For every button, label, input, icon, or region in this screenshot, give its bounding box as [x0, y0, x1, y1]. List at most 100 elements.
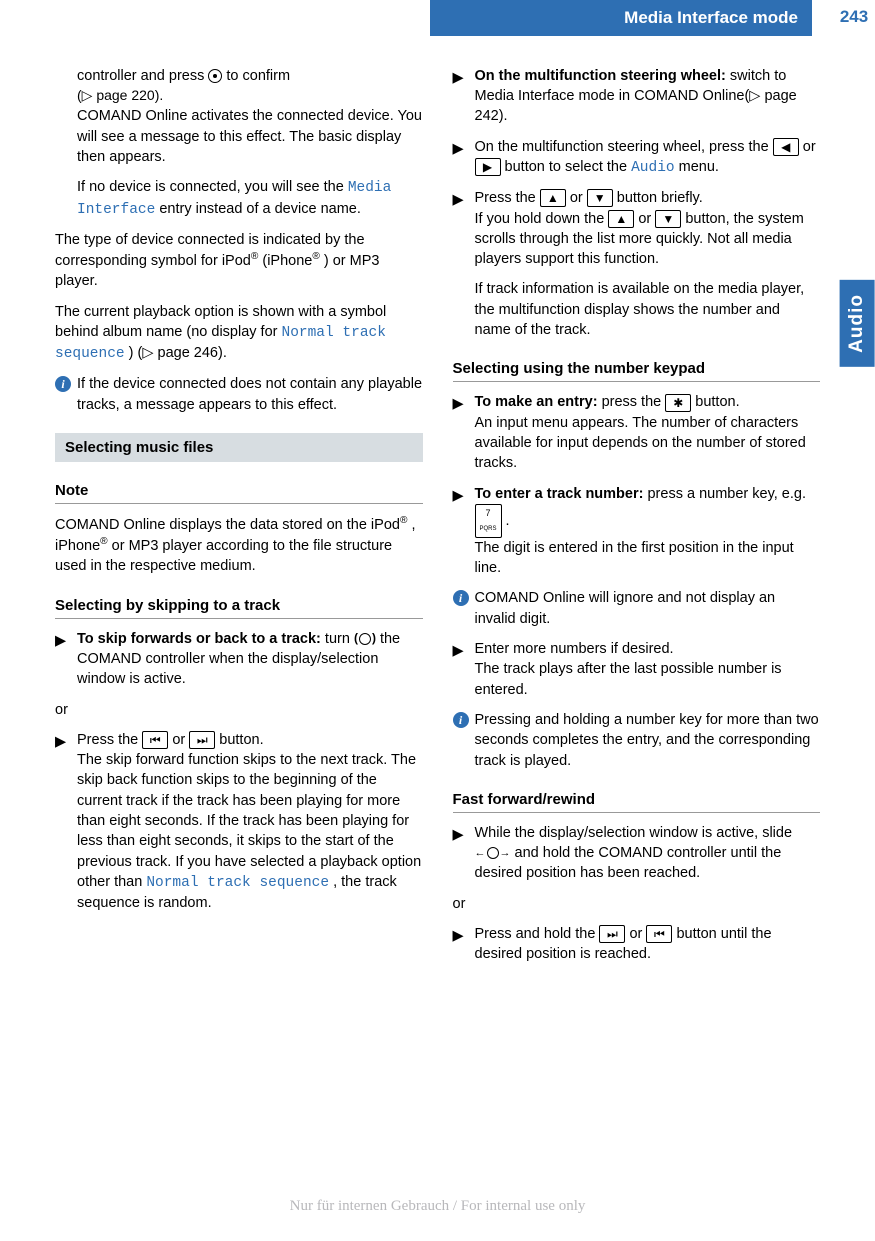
text: If track information is available on the…: [475, 279, 821, 340]
text: An input menu appears. The number of cha…: [475, 415, 806, 472]
text: ) (▷ page 246).: [129, 345, 227, 361]
subhead-number-keypad: Selecting using the number keypad: [453, 358, 821, 382]
next-track-button-icon: ⏭: [189, 731, 215, 749]
step-select-audio-menu: ▶ On the multifunction steering wheel, p…: [453, 137, 821, 179]
text: controller and press: [77, 68, 208, 84]
bold-label: To enter a track number:: [475, 486, 644, 502]
seven-key-button-icon: 7 PQRS: [475, 504, 502, 538]
text: If no device is connected, you will see …: [77, 179, 348, 195]
text: Press and hold the: [475, 926, 600, 942]
prev-track-button-icon: ⏮: [646, 925, 672, 943]
text: If you hold down the: [475, 211, 609, 227]
text: press a number key, e.g.: [647, 486, 806, 502]
bullet-icon: ▶: [55, 732, 66, 752]
text: button.: [219, 732, 263, 748]
bold-label: To make an entry:: [475, 394, 598, 410]
side-tab-audio: Audio: [840, 280, 875, 367]
step-make-entry: ▶ To make an entry: press the ✱ button. …: [453, 392, 821, 473]
text: The digit is entered in the first positi…: [475, 540, 794, 576]
text: Press the: [77, 732, 142, 748]
bullet-icon: ▶: [453, 139, 464, 159]
text: COMAND Online displays the data stored o…: [55, 517, 400, 533]
text: button briefly.: [617, 190, 703, 206]
right-column: ▶ On the multifunction steering wheel: s…: [453, 66, 821, 975]
step-slide-controller: ▶ While the display/selection window is …: [453, 823, 821, 884]
info-icon: i: [55, 376, 71, 392]
star-button-icon: ✱: [665, 394, 691, 412]
page-number: 243: [833, 5, 875, 29]
device-type-paragraph: The type of device connected is indicate…: [55, 230, 423, 292]
text: or: [570, 190, 587, 206]
text: and hold the COMAND controller until the…: [475, 845, 782, 881]
text: button.: [695, 394, 739, 410]
text: The skip forward function skips to the n…: [77, 752, 421, 890]
text: or: [803, 139, 816, 155]
text: Pressing and holding a number key for mo…: [475, 710, 821, 771]
step-multifunction-wheel: ▶ On the multifunction steering wheel: s…: [453, 66, 821, 127]
up-arrow-button-icon: ▲: [540, 189, 566, 207]
text: While the display/selection window is ac…: [475, 825, 793, 841]
rotate-controller-icon: (): [354, 630, 376, 647]
step-skip-track: ▶ To skip forwards or back to a track: t…: [55, 629, 423, 690]
text: entry instead of a device name.: [159, 201, 361, 217]
info-icon: i: [453, 590, 469, 606]
step-press-up-down: ▶ Press the ▲ or ▼ button briefly. If yo…: [453, 188, 821, 340]
bullet-icon: ▶: [453, 825, 464, 845]
bullet-icon: ▶: [453, 486, 464, 506]
info-note-1: i If the device connected does not conta…: [55, 374, 423, 415]
step-enter-more: ▶ Enter more numbers if desired. The tra…: [453, 639, 821, 700]
step-press-skip: ▶ Press the ⏮ or ⏭ button. The skip forw…: [55, 730, 423, 914]
text: turn: [325, 631, 354, 647]
left-arrow-button-icon: ◀: [773, 138, 799, 156]
code-audio: Audio: [631, 160, 675, 176]
footer-watermark: Nur für internen Gebrauch / For internal…: [0, 1196, 875, 1217]
text: or: [638, 211, 655, 227]
page-ref: (▷ page 220).: [77, 87, 163, 103]
bullet-icon: ▶: [453, 641, 464, 661]
step-press-hold-ff: ▶ Press and hold the ⏭ or ⏮ button until…: [453, 924, 821, 965]
prev-track-button-icon: ⏮: [142, 731, 168, 749]
text: PQRS: [480, 526, 497, 532]
code-normal-track-sequence: Normal track sequence: [146, 875, 329, 891]
text: COMAND Online will ignore and not displa…: [475, 588, 821, 629]
text: If the device connected does not contain…: [77, 374, 423, 415]
section-selecting-music-files: Selecting music files: [55, 433, 423, 462]
press-controller-icon: [208, 69, 222, 83]
text: Enter more numbers if desired.: [475, 641, 674, 657]
bullet-icon: ▶: [453, 394, 464, 414]
text: .: [506, 513, 510, 529]
playback-option-paragraph: The current playback option is shown wit…: [55, 302, 423, 365]
subhead-note: Note: [55, 480, 423, 504]
bullet-icon: ▶: [55, 631, 66, 651]
next-track-button-icon: ⏭: [599, 925, 625, 943]
text: menu.: [679, 159, 719, 175]
intro-paragraph: controller and press to confirm (▷ page …: [55, 66, 423, 220]
text: Press the: [475, 190, 540, 206]
subhead-fast-forward: Fast forward/rewind: [453, 789, 821, 813]
text: The track plays after the last possible …: [475, 661, 782, 697]
info-icon: i: [453, 712, 469, 728]
text: (iPhone: [262, 253, 312, 269]
up-arrow-button-icon: ▲: [608, 210, 634, 228]
page-header: Media Interface mode: [430, 0, 812, 36]
right-arrow-button-icon: ▶: [475, 158, 501, 176]
info-note-3: i Pressing and holding a number key for …: [453, 710, 821, 771]
note-body: COMAND Online displays the data stored o…: [55, 514, 423, 577]
bold-label: To skip forwards or back to a track:: [77, 631, 321, 647]
bullet-icon: ▶: [453, 190, 464, 210]
text: to confirm: [226, 68, 290, 84]
bullet-icon: ▶: [453, 926, 464, 946]
content-area: controller and press to confirm (▷ page …: [0, 36, 875, 975]
or-separator: or: [55, 700, 423, 720]
bold-label: On the multifunction steering wheel:: [475, 68, 726, 84]
text: On the multifunction steering wheel, pre…: [475, 139, 773, 155]
subhead-skip-track: Selecting by skipping to a track: [55, 595, 423, 619]
bullet-icon: ▶: [453, 68, 464, 88]
or-separator: or: [453, 894, 821, 914]
down-arrow-button-icon: ▼: [587, 189, 613, 207]
text: button to select the: [505, 159, 632, 175]
left-column: controller and press to confirm (▷ page …: [55, 66, 423, 975]
text: press the: [602, 394, 666, 410]
down-arrow-button-icon: ▼: [655, 210, 681, 228]
slide-controller-icon: ←→: [475, 846, 511, 861]
